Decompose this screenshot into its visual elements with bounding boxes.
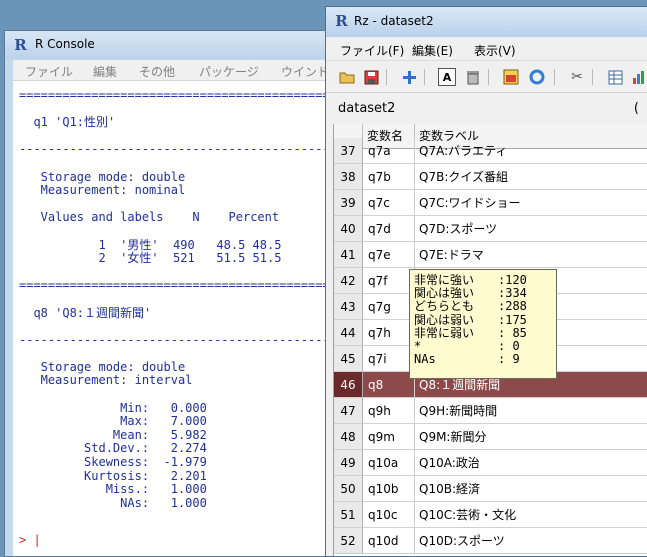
var-name-cell[interactable]: q7g [363,294,415,320]
tooltip-count: :288 [498,299,527,314]
row-number: 49 [334,450,363,476]
var-label-cell[interactable]: Q9H:新聞時間 [415,398,647,424]
var-label-cell[interactable]: Q7C:ワイドショー [415,190,647,216]
r-console-title: R Console [35,37,95,51]
console-prompt[interactable]: > | [19,533,41,547]
rz-menu-file[interactable]: ファイル(F) [340,42,404,59]
dataset-info: ( [633,101,639,116]
var-name-cell[interactable]: q10c [363,502,415,528]
table-row[interactable]: 41 q7e Q7E:ドラマ [334,242,647,268]
var-name-cell[interactable]: q7f [363,268,415,294]
table-row[interactable]: 47 q9h Q9H:新聞時間 [334,398,647,424]
table-row[interactable]: 49 q10a Q10A:政治 [334,450,647,476]
row-number: 39 [334,190,363,216]
var-label-cell[interactable]: Q10D:スポーツ [415,528,647,554]
var-name-cell[interactable]: q7e [363,242,415,268]
rc-menu-file[interactable]: ファイル [25,63,73,80]
var-name-cell[interactable]: q7c [363,190,415,216]
table-row[interactable]: 51 q10c Q10C:芸術・文化 [334,502,647,528]
tooltip-label: 関心は弱い [414,312,475,327]
tooltip-count: : 85 [498,325,527,340]
row-number: 50 [334,476,363,502]
table-icon[interactable] [606,68,624,86]
tooltip-count: : 9 [498,352,520,367]
rc-menu-packages[interactable]: パッケージ [199,63,259,80]
table-row[interactable]: 39 q7c Q7C:ワイドショー [334,190,647,216]
rz-titlebar[interactable]: R Rz - dataset2 [326,7,647,37]
rz-menu-view[interactable]: 表示(V) [474,42,516,59]
rz-title: Rz - dataset2 [354,14,434,28]
var-name-cell[interactable]: q7i [363,346,415,372]
row-number: 46 [334,372,363,398]
row-number: 37 [334,138,363,164]
dataset-name: dataset2 [338,101,396,116]
rz-menubar: ファイル(F) 編集(E) 表示(V) [326,38,647,61]
tooltip-label: 非常に弱い [414,325,475,340]
rz-logo-icon: R [335,12,348,30]
rc-menu-edit[interactable]: 編集 [93,63,117,80]
refresh-icon[interactable] [528,68,546,86]
var-label-cell[interactable]: Q7D:スポーツ [415,216,647,242]
r-console-output[interactable]: ========================================… [13,81,343,556]
var-label-cell[interactable]: Q10C:芸術・文化 [415,502,647,528]
add-icon[interactable] [400,68,418,86]
var-label-cell[interactable]: Q7A:バラエティ [415,138,647,164]
var-name-cell[interactable]: q10a [363,450,415,476]
r-console-titlebar[interactable]: R R Console [5,31,343,59]
console-output-text: ========================================… [19,88,343,510]
data-import-icon[interactable] [502,68,520,86]
tooltip-row: どちらとも :288 [410,300,556,313]
var-name-cell[interactable]: q8 [363,372,415,398]
row-number: 42 [334,268,363,294]
tools-icon[interactable]: ✂ [568,68,586,86]
row-number: 45 [334,346,363,372]
row-number: 51 [334,502,363,528]
var-name-cell[interactable]: q10d [363,528,415,554]
chart-icon[interactable] [630,68,647,86]
var-name-cell[interactable]: q10b [363,476,415,502]
row-number: 44 [334,320,363,346]
row-number: 40 [334,216,363,242]
label-text-icon[interactable]: A [438,68,456,86]
tooltip-row: 非常に弱い : 85 [410,325,556,340]
row-number: 41 [334,242,363,268]
table-row[interactable]: 48 q9m Q9M:新聞分 [334,424,647,450]
var-name-cell[interactable]: q7b [363,164,415,190]
table-row[interactable]: 52 q10d Q10D:スポーツ [334,528,647,554]
open-folder-icon[interactable] [338,68,356,86]
table-row[interactable]: 50 q10b Q10B:経済 [334,476,647,502]
tooltip-row: NAs : 9 [410,352,556,367]
var-name-cell[interactable]: q9m [363,424,415,450]
var-label-cell[interactable]: Q10A:政治 [415,450,647,476]
var-label-cell[interactable]: Q10B:経済 [415,476,647,502]
var-label-cell[interactable]: Q9M:新聞分 [415,424,647,450]
var-name-cell[interactable]: q7a [363,138,415,164]
value-labels-tooltip: 非常に強い:120 関心は強い:334 どちらとも:288 関心は弱い:175 非常に弱… [409,269,557,379]
var-name-cell[interactable]: q7h [363,320,415,346]
r-console-window: R R Console ファイル 編集 その他 パッケージ ウインドウ ====… [4,30,344,557]
row-number: 38 [334,164,363,190]
save-icon[interactable] [362,68,380,86]
var-name-cell[interactable]: q9h [363,398,415,424]
table-row[interactable]: 40 q7d Q7D:スポーツ [334,216,647,242]
var-label-cell[interactable]: Q7E:ドラマ [415,242,647,268]
rc-menu-misc[interactable]: その他 [139,63,175,80]
row-number: 52 [334,528,363,554]
tooltip-count: :175 [498,312,527,327]
delete-icon[interactable] [464,68,482,86]
rz-toolbar: A ✂ [326,62,647,93]
r-logo-icon: R [14,36,27,54]
rz-menu-edit[interactable]: 編集(E) [412,42,453,59]
table-row[interactable]: 38 q7b Q7B:クイズ番組 [334,164,647,190]
var-name-cell[interactable]: q7d [363,216,415,242]
tooltip-label: NAs [414,352,436,367]
table-row[interactable]: 37 q7a Q7A:バラエティ [334,138,647,164]
row-number: 47 [334,398,363,424]
tooltip-row: 関心は弱い :175 [410,312,556,327]
row-number: 43 [334,294,363,320]
var-label-cell[interactable]: Q7B:クイズ番組 [415,164,647,190]
row-number: 48 [334,424,363,450]
tooltip-label: どちらとも [414,299,475,314]
r-console-menubar: ファイル 編集 その他 パッケージ ウインドウ [13,60,343,81]
